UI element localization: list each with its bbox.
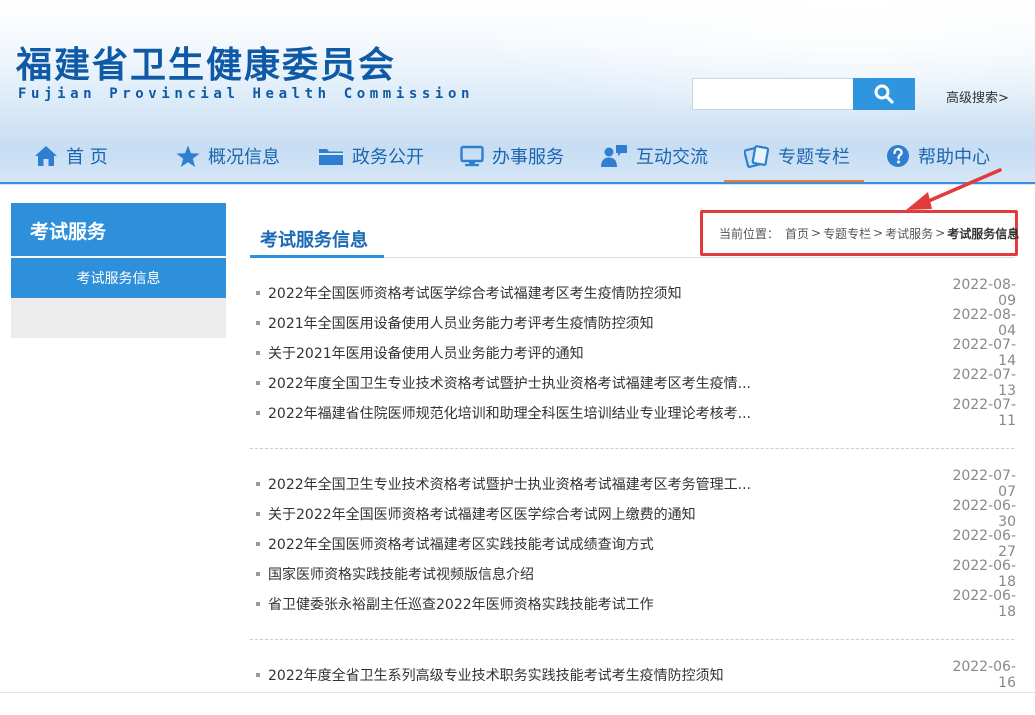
bullet-icon — [256, 602, 260, 606]
bullet-icon — [256, 572, 260, 576]
breadcrumb-separator: > — [873, 226, 884, 240]
news-date: 2022-06-16 — [952, 659, 1016, 691]
site-subtitle: Fujian Provincial Health Commission — [18, 86, 475, 102]
nav-label: 概况信息 — [208, 147, 280, 168]
news-list-item[interactable]: 国家医师资格实践技能考试视频版信息介绍 2022-06-18 — [256, 558, 1016, 590]
breadcrumb-item-special-topics[interactable]: 专题专栏 — [823, 225, 871, 242]
list-divider — [250, 639, 1014, 640]
news-date: 2022-08-04 — [952, 307, 1016, 339]
news-date: 2022-06-18 — [952, 558, 1016, 590]
folder-icon — [319, 149, 343, 165]
news-title[interactable]: 2022年全国医师资格考试福建考区实践技能考试成绩查询方式 — [268, 534, 926, 554]
section-title-underline — [250, 255, 384, 258]
nav-item-interaction[interactable]: 互动交流 — [600, 128, 708, 184]
bullet-icon — [256, 411, 260, 415]
bullet-icon — [256, 512, 260, 516]
people-chat-icon — [601, 145, 627, 167]
breadcrumb-item-exam-service[interactable]: 考试服务 — [885, 225, 933, 242]
news-list-item[interactable]: 关于2022年全国医师资格考试福建考区医学综合考试网上缴费的通知 2022-06… — [256, 498, 1016, 530]
news-date: 2022-06-30 — [952, 498, 1016, 530]
nav-divider — [0, 182, 1035, 184]
bullet-icon — [256, 482, 260, 486]
site-title[interactable]: 福建省卫生健康委员会 — [16, 36, 396, 88]
news-title[interactable]: 2022年全国卫生专业技术资格考试暨护士执业资格考试福建考区考务管理工... — [268, 474, 926, 494]
nav-label: 互动交流 — [636, 147, 708, 168]
bullet-icon — [256, 673, 260, 677]
news-title[interactable]: 2021年全国医用设备使用人员业务能力考评考生疫情防控须知 — [268, 313, 926, 333]
nav-label: 专题专栏 — [778, 147, 850, 168]
news-list-item[interactable]: 2022年度全国卫生专业技术资格考试暨护士执业资格考试福建考区考生疫情... 2… — [256, 367, 1016, 399]
breadcrumb-item-current: 考试服务信息 — [947, 226, 1020, 241]
search-input[interactable] — [692, 78, 854, 110]
bullet-icon — [256, 351, 260, 355]
news-title[interactable]: 关于2021年医用设备使用人员业务能力考评的通知 — [268, 343, 926, 363]
nav-label: 首 页 — [66, 147, 108, 168]
news-title[interactable]: 2022年度全省卫生系列高级专业技术职务实践技能考试考生疫情防控须知 — [268, 665, 926, 685]
news-date: 2022-07-13 — [952, 367, 1016, 399]
breadcrumb-prefix: 当前位置： — [719, 226, 780, 241]
search-icon — [874, 84, 894, 104]
news-date: 2022-06-18 — [952, 588, 1016, 620]
news-title[interactable]: 国家医师资格实践技能考试视频版信息介绍 — [268, 564, 926, 584]
bullet-icon — [256, 542, 260, 546]
nav-item-overview[interactable]: 概况信息 — [176, 128, 280, 184]
page-bottom-divider — [0, 692, 1035, 693]
breadcrumb: 当前位置： 首页 > 专题专栏 > 考试服务 > 考试服务信息 — [700, 210, 1020, 256]
news-date: 2022-07-14 — [952, 337, 1016, 369]
news-title[interactable]: 关于2022年全国医师资格考试福建考区医学综合考试网上缴费的通知 — [268, 504, 926, 524]
annotation-arrow-icon — [906, 168, 1002, 210]
news-list-item[interactable]: 2022年度全省卫生系列高级专业技术职务实践技能考试考生疫情防控须知 2022-… — [256, 659, 1016, 691]
news-list-item[interactable]: 省卫健委张永裕副主任巡查2022年医师资格实践技能考试工作 2022-06-18 — [256, 588, 1016, 620]
news-title[interactable]: 2022年全国医师资格考试医学综合考试福建考区考生疫情防控须知 — [268, 283, 926, 303]
news-date: 2022-08-09 — [952, 277, 1016, 309]
bullet-icon — [256, 381, 260, 385]
advanced-search-link[interactable]: 高级搜索> — [946, 87, 1009, 106]
breadcrumb-separator: > — [811, 226, 822, 240]
home-icon — [35, 146, 57, 166]
breadcrumb-item-home[interactable]: 首页 — [785, 225, 809, 242]
sidebar-item-exam-info[interactable]: 考试服务信息 — [11, 258, 226, 298]
search-button[interactable] — [853, 78, 915, 110]
section-title: 考试服务信息 — [260, 230, 368, 251]
nav-item-special-topics[interactable]: 专题专栏 — [744, 128, 850, 184]
nav-item-services[interactable]: 办事服务 — [460, 128, 564, 184]
monitor-icon — [460, 145, 484, 167]
nav-item-home[interactable]: 首 页 — [34, 128, 108, 184]
nav-item-government-affairs[interactable]: 政务公开 — [318, 128, 424, 184]
main-nav: 首 页 概况信息 政务公开 办事服务 互动交流 专题专栏 帮助中心 — [0, 128, 1035, 184]
news-list-item[interactable]: 2021年全国医用设备使用人员业务能力考评考生疫情防控须知 2022-08-04 — [256, 307, 1016, 339]
news-title[interactable]: 2022年福建省住院医师规范化培训和助理全科医生培训结业专业理论考核考... — [268, 403, 926, 423]
news-date: 2022-07-11 — [952, 397, 1016, 429]
news-list-item[interactable]: 2022年福建省住院医师规范化培训和助理全科医生培训结业专业理论考核考... 2… — [256, 397, 1016, 429]
news-list-item[interactable]: 2022年全国医师资格考试医学综合考试福建考区考生疫情防控须知 2022-08-… — [256, 277, 1016, 309]
cards-icon — [744, 145, 770, 168]
news-title[interactable]: 省卫健委张永裕副主任巡查2022年医师资格实践技能考试工作 — [268, 594, 926, 614]
breadcrumb-separator: > — [935, 226, 946, 240]
list-divider — [250, 448, 1014, 449]
news-date: 2022-07-07 — [952, 468, 1016, 500]
sidebar-title: 考试服务 — [11, 203, 226, 256]
news-list-item[interactable]: 2022年全国医师资格考试福建考区实践技能考试成绩查询方式 2022-06-27 — [256, 528, 1016, 560]
news-list-item[interactable]: 2022年全国卫生专业技术资格考试暨护士执业资格考试福建考区考务管理工... 2… — [256, 468, 1016, 500]
bullet-icon — [256, 291, 260, 295]
nav-label: 办事服务 — [492, 147, 564, 168]
news-date: 2022-06-27 — [952, 528, 1016, 560]
news-title[interactable]: 2022年度全国卫生专业技术资格考试暨护士执业资格考试福建考区考生疫情... — [268, 373, 926, 393]
bullet-icon — [256, 321, 260, 325]
star-icon — [176, 145, 200, 167]
nav-label: 政务公开 — [352, 147, 424, 168]
news-list-item[interactable]: 关于2021年医用设备使用人员业务能力考评的通知 2022-07-14 — [256, 337, 1016, 369]
